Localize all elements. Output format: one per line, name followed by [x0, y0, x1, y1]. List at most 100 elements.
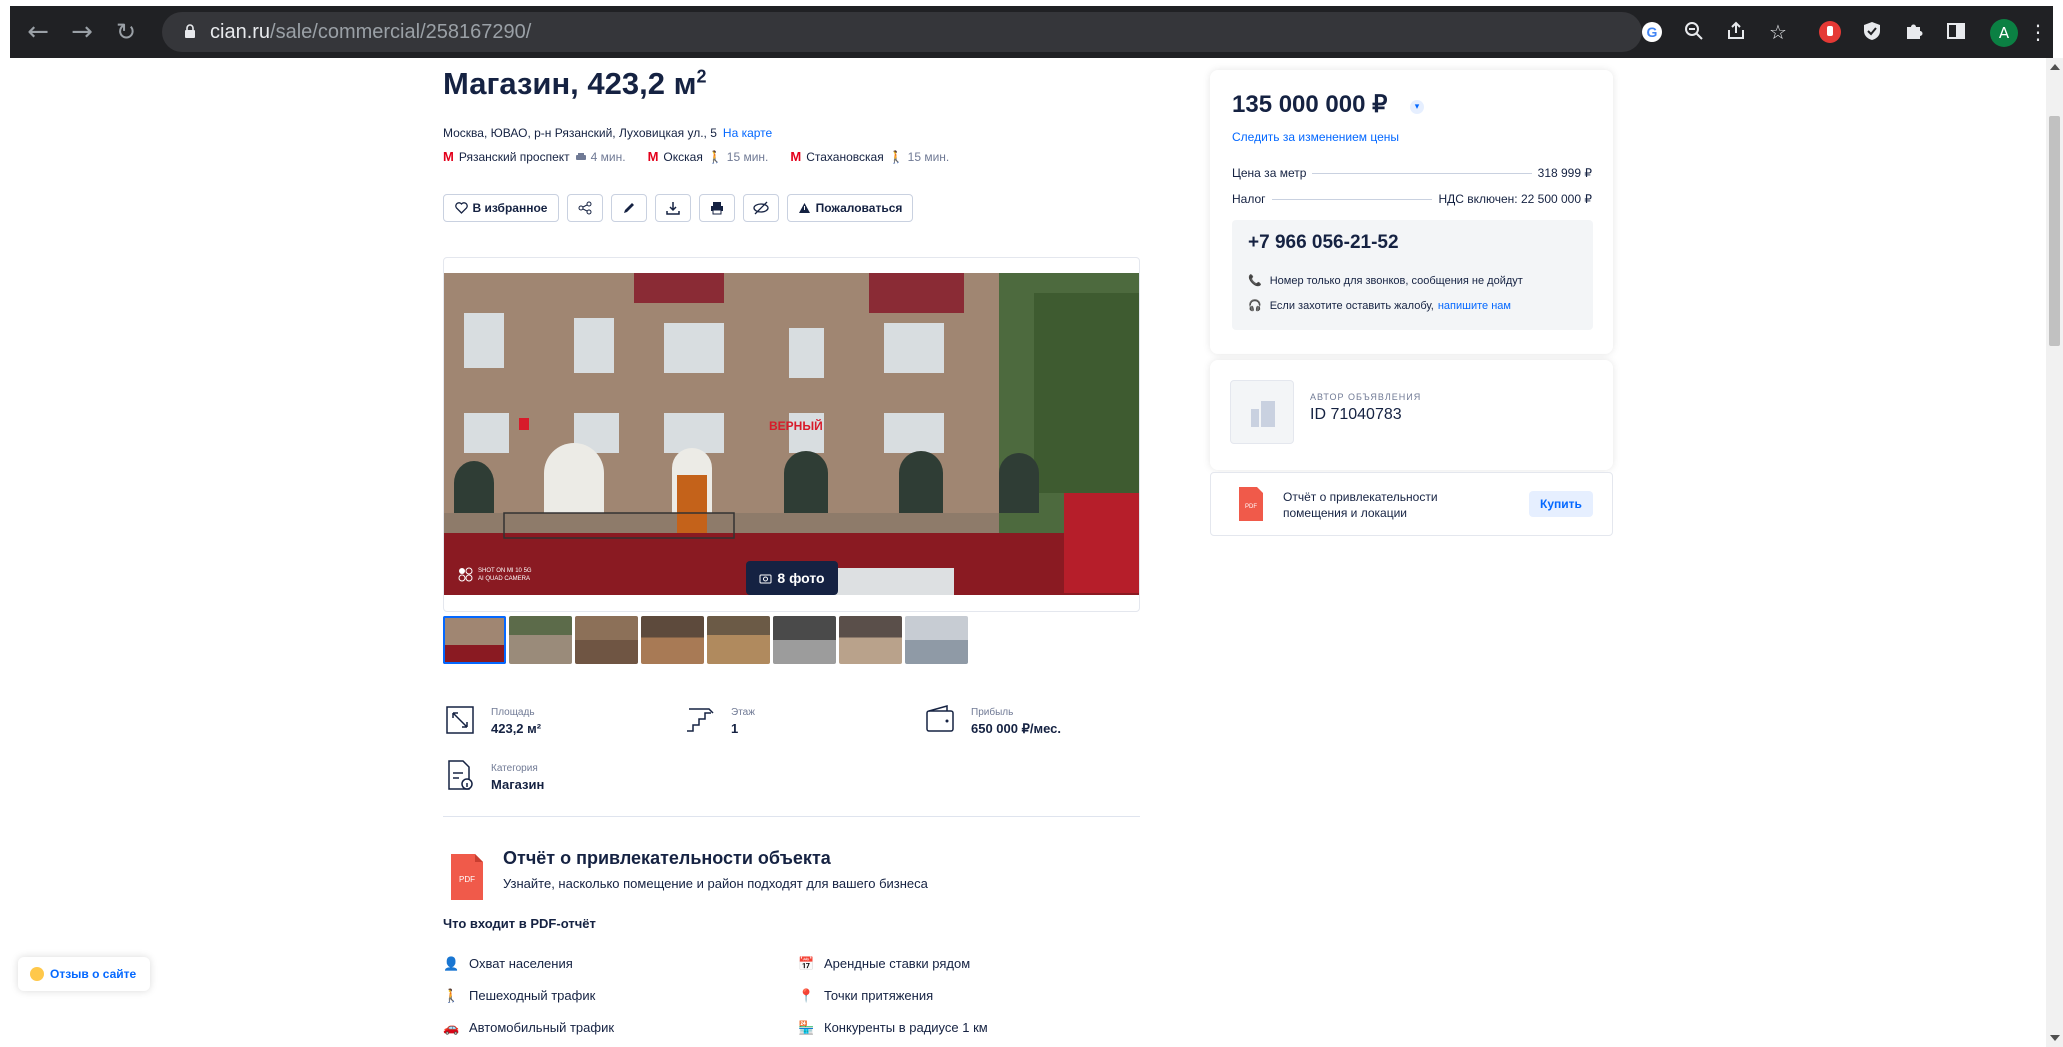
extension-red-icon[interactable]	[1818, 20, 1842, 44]
feedback-button[interactable]: Отзыв о сайте	[18, 957, 151, 991]
photo-count-button[interactable]: 8 фото	[746, 561, 838, 595]
thumbnail[interactable]	[905, 616, 968, 664]
metro-time: 🚶 15 мин.	[708, 150, 769, 164]
buy-report-text: Отчёт о привлекательности помещения и ло…	[1283, 490, 1438, 520]
thumbnail[interactable]	[443, 616, 506, 664]
metro-station: Стахановская	[806, 149, 884, 164]
kv-value: НДС включен: 22 500 000 ₽	[1438, 192, 1592, 206]
hide-button[interactable]	[743, 194, 779, 222]
track-price-link[interactable]: Следить за изменением цены	[1232, 130, 1399, 144]
report-feature: 🏪 Конкуренты в радиусе 1 км	[798, 1020, 988, 1035]
print-button[interactable]	[699, 194, 735, 222]
menu-dots-icon[interactable]: ⋮	[2026, 20, 2050, 44]
map-link[interactable]: На карте	[723, 126, 772, 140]
zoom-icon[interactable]	[1682, 20, 1706, 44]
share-icon[interactable]	[1724, 20, 1748, 44]
report-title: Отчёт о привлекательности объекта	[503, 848, 831, 868]
report-subtitle: Узнайте, насколько помещение и район под…	[503, 876, 928, 891]
thumbnail[interactable]	[641, 616, 704, 664]
scroll-down-icon[interactable]	[2050, 1035, 2060, 1041]
reload-icon[interactable]: ↻	[112, 18, 140, 46]
phone-number[interactable]: +7 966 056-21-52	[1248, 232, 1399, 254]
metro-item[interactable]: M Рязанский проспект 4 мин.	[443, 149, 626, 164]
building-icon	[1251, 401, 1275, 427]
warning-icon	[798, 203, 810, 213]
printer-icon	[711, 202, 723, 215]
dotted-leader	[1312, 173, 1532, 174]
metro-icon: M	[443, 149, 454, 164]
edit-button[interactable]	[611, 194, 647, 222]
svg-text:PDF: PDF	[459, 875, 475, 884]
price-history-chevron-icon[interactable]: ▾	[1410, 100, 1424, 114]
svg-text:AI QUAD CAMERA: AI QUAD CAMERA	[478, 576, 530, 582]
profile-avatar[interactable]: A	[1990, 19, 2018, 47]
scroll-up-icon[interactable]	[2050, 64, 2060, 70]
metro-station: Окская	[663, 149, 703, 164]
scrollbar[interactable]	[2046, 58, 2063, 1047]
feature-label: Конкуренты в радиусе 1 км	[824, 1020, 988, 1035]
forward-icon[interactable]: →	[68, 18, 96, 46]
report-includes-title: Что входит в PDF-отчёт	[443, 916, 596, 931]
walk-icon: 🚶	[707, 149, 723, 164]
author-id[interactable]: ID 71040783	[1310, 406, 1402, 424]
side-panel-icon[interactable]	[1944, 20, 1968, 44]
author-logo[interactable]	[1230, 380, 1294, 444]
metro-item[interactable]: M Окская 🚶 15 мин.	[648, 149, 769, 164]
divider	[443, 816, 1140, 817]
metro-time-value: 15 мин.	[907, 149, 950, 164]
fact-category: Категория Магазин	[445, 759, 544, 792]
thumbnail[interactable]	[839, 616, 902, 664]
metro-item[interactable]: M Стахановская 🚶 15 мин.	[790, 149, 949, 164]
share-icon	[578, 201, 592, 215]
lock-icon	[185, 24, 195, 38]
complain-button[interactable]: Пожаловаться	[787, 194, 913, 222]
share-button[interactable]	[567, 194, 603, 222]
main-photo[interactable]: ВЕРНЫЙ SHOT ON MI 10 5G AI QUAD CAMERA	[444, 273, 1140, 595]
google-icon[interactable]: G	[1640, 20, 1664, 44]
area-icon	[446, 706, 474, 734]
fact-floor: Этаж 1	[685, 703, 755, 736]
thumbnail[interactable]	[707, 616, 770, 664]
thumbnail[interactable]	[773, 616, 836, 664]
shield-extension-icon[interactable]	[1860, 20, 1884, 44]
fact-label: Площадь	[491, 707, 535, 718]
object-facts: Площадь 423,2 м² Этаж 1 Прибыль 650 000 …	[443, 703, 1143, 803]
pdf-icon: PDF	[451, 854, 483, 900]
fact-label: Прибыль	[971, 707, 1014, 718]
scroll-thumb[interactable]	[2049, 116, 2060, 346]
kv-value: 318 999 ₽	[1537, 166, 1592, 180]
download-button[interactable]	[655, 194, 691, 222]
phone-box: +7 966 056-21-52 📞 Номер только для звонк…	[1232, 220, 1593, 330]
walk-icon: 🚶	[443, 987, 460, 1003]
phone-note-complaint: 🎧 Если захотите оставить жалобу, напишите …	[1248, 299, 1511, 313]
photo-gallery[interactable]: ВЕРНЫЙ SHOT ON MI 10 5G AI QUAD CAMERA 8…	[443, 257, 1140, 612]
complain-label: Пожаловаться	[815, 201, 903, 215]
fact-text: Этаж 1	[731, 703, 755, 736]
write-us-link[interactable]: напишите нам	[1438, 300, 1511, 312]
kv-label: Цена за метр	[1232, 166, 1307, 180]
metro-time: 🚶 15 мин.	[889, 150, 950, 164]
svg-text:ВЕРНЫЙ: ВЕРНЫЙ	[769, 418, 823, 433]
bookmark-star-icon[interactable]: ☆	[1766, 20, 1790, 44]
url-text: cian.ru/sale/commercial/258167290/	[210, 21, 532, 43]
thumbnail[interactable]	[575, 616, 638, 664]
back-icon[interactable]: ←	[24, 18, 52, 46]
extensions-puzzle-icon[interactable]	[1902, 20, 1926, 44]
fact-text: Прибыль 650 000 ₽/мес.	[971, 703, 1061, 737]
price: 135 000 000 ₽	[1232, 91, 1388, 118]
fact-value: 423,2 м²	[491, 721, 542, 736]
address-bar[interactable]: cian.ru/sale/commercial/258167290/	[162, 12, 1642, 52]
buy-button[interactable]: Купить	[1529, 491, 1593, 517]
document-info-icon	[448, 760, 473, 790]
buy-report-card: PDF Отчёт о привлекательности помещения …	[1210, 472, 1613, 536]
tax-row: Налог НДС включен: 22 500 000 ₽	[1232, 192, 1592, 206]
hide-eye-icon	[753, 201, 769, 215]
metro-list: M Рязанский проспект 4 мин. M Окская 🚶 1…	[443, 149, 949, 164]
metro-time-value: 4 мин.	[590, 149, 626, 164]
photo-count-label: 8 фото	[777, 570, 825, 586]
thumbnail[interactable]	[509, 616, 572, 664]
fact-label: Этаж	[731, 707, 755, 718]
feature-label: Пешеходный трафик	[469, 988, 596, 1003]
fact-value: Магазин	[491, 777, 545, 792]
favorite-button[interactable]: В избранное	[443, 194, 559, 222]
